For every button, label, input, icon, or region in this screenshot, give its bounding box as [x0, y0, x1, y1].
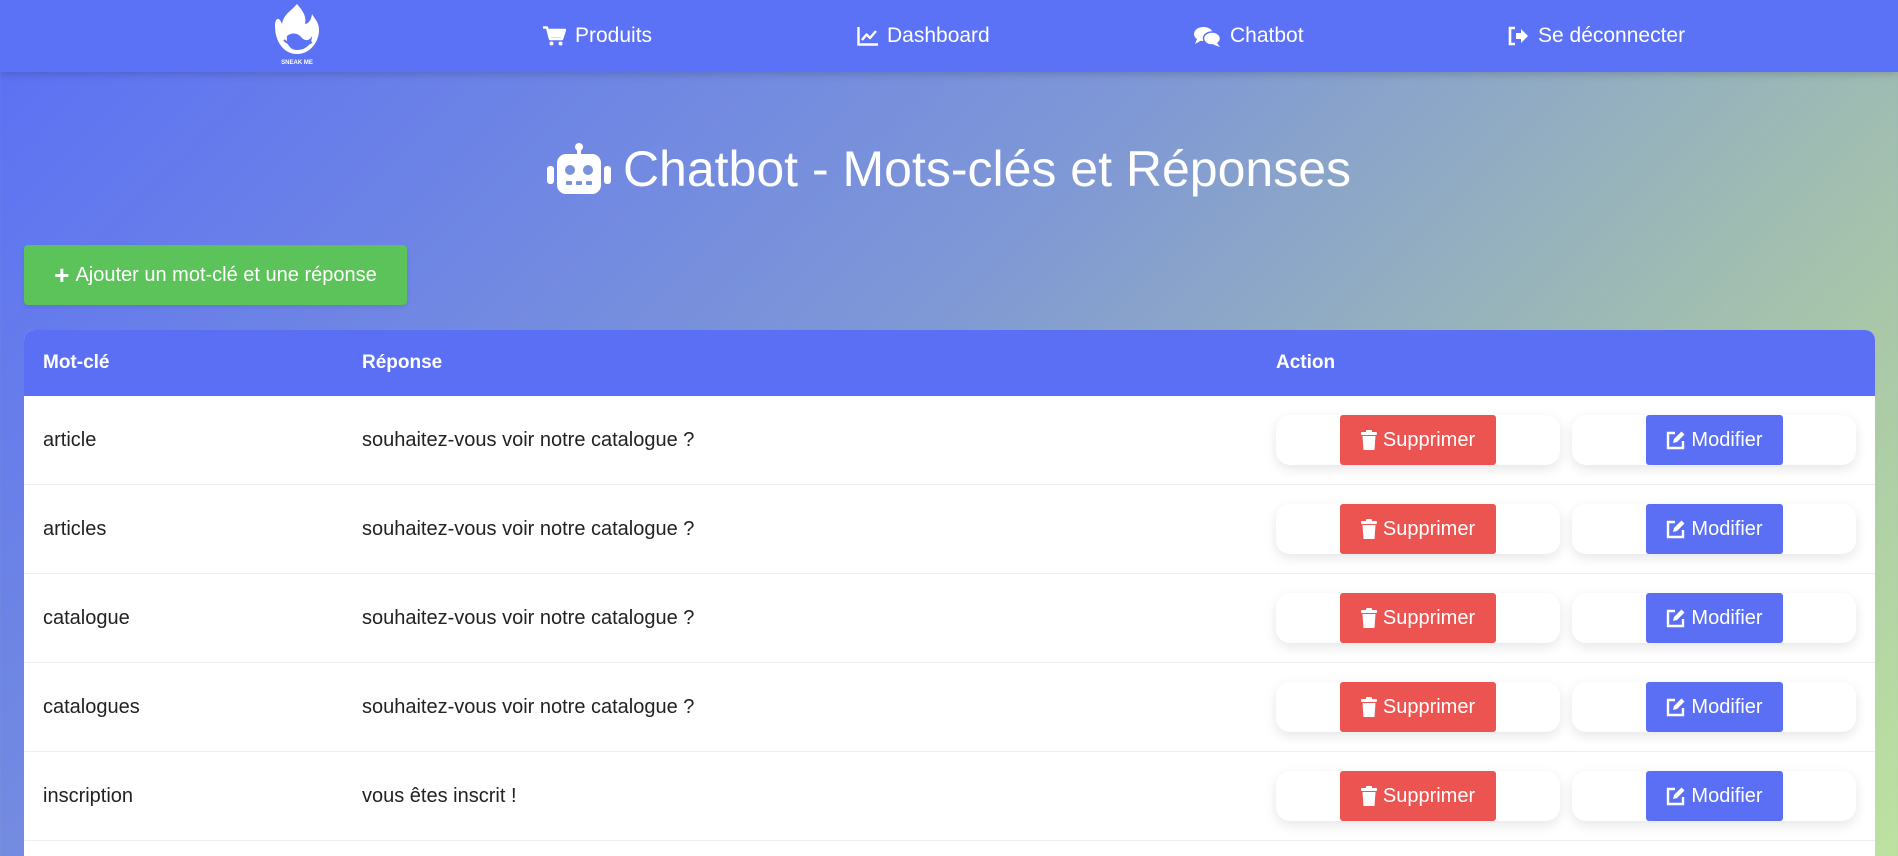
nav-item-logout[interactable]: Se déconnecter [1507, 0, 1685, 72]
edit-button[interactable]: Modifier [1646, 682, 1783, 732]
edit-icon [1667, 609, 1685, 627]
delete-button[interactable]: Supprimer [1340, 682, 1496, 732]
trash-icon [1360, 519, 1377, 539]
keyword-cell: inscription [43, 784, 134, 807]
add-keyword-label: Ajouter un mot-clé et une réponse [75, 263, 377, 286]
nav-item-produits[interactable]: Produits [543, 0, 652, 72]
nav-item-chatbot[interactable]: Chatbot [1194, 0, 1304, 72]
keyword-cell: article [43, 428, 97, 451]
plus-icon: + [54, 260, 70, 290]
edit-button[interactable]: Modifier [1646, 415, 1783, 465]
edit-button[interactable]: Modifier [1646, 771, 1783, 821]
nav-label-produits: Produits [575, 24, 653, 47]
column-header-action: Action [1276, 352, 1336, 373]
table-row: inscription vous êtes inscrit ! Supprime… [24, 752, 1875, 841]
delete-action-wrapper: Supprimer [1276, 771, 1560, 821]
edit-action-wrapper: Modifier [1572, 771, 1856, 821]
edit-action-wrapper: Modifier [1572, 504, 1856, 554]
edit-button[interactable]: Modifier [1646, 504, 1783, 554]
cart-icon [543, 26, 566, 46]
nav-label-chatbot: Chatbot [1230, 24, 1304, 47]
delete-button[interactable]: Supprimer [1340, 593, 1496, 643]
delete-label: Supprimer [1382, 695, 1476, 718]
keywords-table: Mot-clé Réponse Action article souhaitez… [24, 330, 1875, 856]
delete-button[interactable]: Supprimer [1340, 771, 1496, 821]
delete-action-wrapper: Supprimer [1276, 593, 1560, 643]
delete-label: Supprimer [1382, 428, 1476, 451]
edit-action-wrapper: Modifier [1572, 593, 1856, 643]
edit-icon [1667, 520, 1685, 538]
edit-icon [1667, 787, 1685, 805]
column-header-response: Réponse [362, 352, 443, 373]
edit-icon [1667, 698, 1685, 716]
edit-label: Modifier [1691, 517, 1763, 540]
add-keyword-button[interactable]: + Ajouter un mot-clé et une réponse [24, 245, 407, 305]
response-cell: souhaitez-vous voir notre catalogue ? [362, 695, 695, 718]
table-row: catalogues souhaitez-vous voir notre cat… [24, 663, 1875, 752]
trash-icon [1360, 608, 1377, 628]
edit-label: Modifier [1691, 784, 1763, 807]
robot-icon [546, 143, 611, 194]
edit-label: Modifier [1691, 428, 1763, 451]
response-cell: souhaitez-vous voir notre catalogue ? [362, 606, 695, 629]
keyword-cell: catalogues [43, 695, 140, 718]
delete-action-wrapper: Supprimer [1276, 415, 1560, 465]
keyword-cell: catalogue [43, 606, 130, 629]
trash-icon [1360, 697, 1377, 717]
response-cell: vous êtes inscrit ! [362, 784, 517, 807]
sneak-me-logo[interactable]: SNEAK ME [272, 2, 322, 68]
nav-label-logout: Se déconnecter [1538, 24, 1686, 47]
page-title: Chatbot - Mots-clés et Réponses [0, 140, 1898, 198]
keyword-cell: articles [43, 517, 107, 540]
flame-logo-icon: SNEAK ME [275, 4, 319, 66]
trash-icon [1360, 786, 1377, 806]
delete-button[interactable]: Supprimer [1340, 504, 1496, 554]
edit-button[interactable]: Modifier [1646, 593, 1783, 643]
logo-text: SNEAK ME [281, 60, 313, 66]
response-cell: souhaitez-vous voir notre catalogue ? [362, 517, 695, 540]
table-row: articles souhaitez-vous voir notre catal… [24, 485, 1875, 574]
edit-action-wrapper: Modifier [1572, 415, 1856, 465]
trash-icon [1360, 430, 1377, 450]
page-title-text: Chatbot - Mots-clés et Réponses [622, 141, 1352, 197]
edit-action-wrapper: Modifier [1572, 682, 1856, 732]
response-cell: souhaitez-vous voir notre catalogue ? [362, 428, 695, 451]
edit-label: Modifier [1691, 695, 1763, 718]
delete-button[interactable]: Supprimer [1340, 415, 1496, 465]
chat-bubbles-icon [1194, 26, 1221, 47]
edit-icon [1667, 431, 1685, 449]
table-row: article souhaitez-vous voir notre catalo… [24, 396, 1875, 485]
delete-action-wrapper: Supprimer [1276, 682, 1560, 732]
table-row: catalogue souhaitez-vous voir notre cata… [24, 574, 1875, 663]
table-header: Mot-clé Réponse Action [24, 330, 1875, 396]
sign-out-icon [1508, 26, 1528, 46]
nav-label-dashboard: Dashboard [887, 24, 990, 47]
navbar: SNEAK ME Produits Dashboard Chatbot Se d… [0, 0, 1898, 72]
line-chart-icon [857, 26, 878, 46]
delete-label: Supprimer [1382, 517, 1476, 540]
nav-item-dashboard[interactable]: Dashboard [857, 0, 990, 72]
edit-label: Modifier [1691, 606, 1763, 629]
delete-label: Supprimer [1382, 606, 1476, 629]
column-header-keyword: Mot-clé [43, 352, 110, 373]
delete-action-wrapper: Supprimer [1276, 504, 1560, 554]
delete-label: Supprimer [1382, 784, 1476, 807]
